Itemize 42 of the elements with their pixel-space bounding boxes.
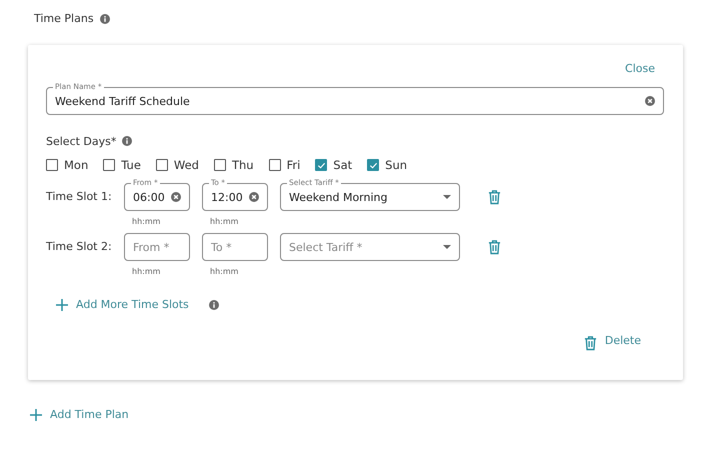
slot-label: Time Slot 2:: [46, 239, 113, 255]
info-icon: [208, 300, 219, 310]
day-label: Wed: [174, 158, 199, 172]
to-time-field[interactable]: To *: [202, 233, 268, 261]
day-checkbox[interactable]: [367, 159, 380, 171]
day-checkbox[interactable]: [46, 159, 58, 171]
dropdown-caret-icon[interactable]: [443, 245, 451, 249]
day-label: Sat: [333, 158, 352, 172]
dropdown-caret-icon[interactable]: [443, 195, 451, 199]
trash-icon[interactable]: [488, 189, 501, 205]
format-hint: hh:mm: [132, 267, 162, 277]
plus-icon: [56, 298, 68, 310]
close-link[interactable]: Close: [615, 59, 665, 77]
day-label: Thu: [232, 158, 254, 172]
day-label: Tue: [121, 158, 141, 172]
info-icon: [100, 14, 110, 24]
format-hint: hh:mm: [132, 217, 162, 227]
trash-icon[interactable]: [488, 239, 501, 255]
add-slots-button[interactable]: Add More Time Slots: [46, 298, 199, 311]
day-checkbox[interactable]: [268, 159, 281, 171]
day-checkbox[interactable]: [214, 159, 226, 171]
slot-label: Time Slot 1:: [46, 189, 113, 205]
days-label: Select Days*: [46, 134, 116, 148]
trash-icon[interactable]: [584, 335, 597, 351]
day-checkbox[interactable]: [156, 159, 168, 171]
plus-icon: [30, 408, 42, 420]
section-title: Time Plans: [34, 12, 94, 25]
format-hint: hh:mm: [210, 267, 240, 277]
day-checkbox[interactable]: [103, 159, 116, 171]
day-checkbox[interactable]: [315, 159, 328, 171]
day-label: Mon: [64, 158, 88, 172]
day-label: Sun: [385, 158, 408, 172]
day-label: Fri: [286, 158, 300, 172]
info-icon: [122, 136, 132, 146]
clear-icon[interactable]: [171, 192, 181, 202]
add-plan-button[interactable]: Add Time Plan: [20, 408, 139, 421]
clear-icon[interactable]: [249, 192, 259, 202]
from-time-field[interactable]: From *: [124, 233, 190, 261]
format-hint: hh:mm: [210, 217, 240, 227]
tariff-select[interactable]: Select Tariff *: [280, 233, 460, 261]
delete-button[interactable]: Delete: [546, 329, 651, 351]
clear-icon[interactable]: [645, 96, 655, 106]
